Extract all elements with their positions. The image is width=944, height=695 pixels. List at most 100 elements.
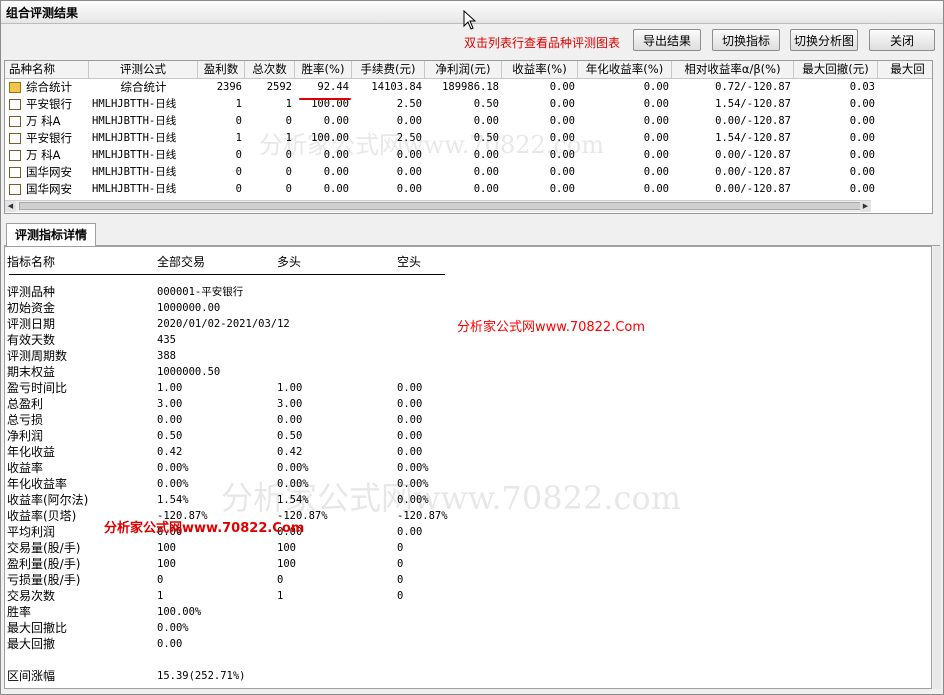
table-cell: 万 科A <box>26 148 61 162</box>
watermark-red-left: 分析家公式网www.70822.Com <box>104 521 305 536</box>
detail-label: 总盈利 <box>7 397 44 411</box>
detail-label: 盈利量(股/手) <box>7 557 81 571</box>
table-cell: 0.00 <box>549 183 575 195</box>
detail-value: 100 <box>277 542 296 554</box>
table-cell: 0.00/-120.87 <box>715 115 791 127</box>
detail-value: 0.00 <box>397 382 423 394</box>
grid-header-cell[interactable]: 盈利数 <box>198 61 245 78</box>
table-cell: HMLHJBTTH-日线 <box>92 132 177 144</box>
table-cell: HMLHJBTTH-日线 <box>92 166 177 178</box>
detail-label: 最大回撤 <box>7 637 56 651</box>
stock-icon <box>9 116 21 127</box>
detail-header-divider <box>9 274 445 275</box>
window-title: 组合评测结果 <box>6 6 79 20</box>
grid-header-cell[interactable]: 品种名称 <box>5 61 89 78</box>
table-cell: 0.00 <box>323 166 349 178</box>
table-cell <box>878 113 932 130</box>
table-cell: 0.00 <box>849 183 875 195</box>
switch-analysis-button[interactable]: 切换分析图 <box>790 29 858 51</box>
detail-value: 0 <box>277 574 284 586</box>
export-button[interactable]: 导出结果 <box>633 29 701 51</box>
indicator-detail-panel: 指标名称 全部交易 多头 空头 评测品种 000001-平安银行 初始资金 10000… <box>4 246 932 689</box>
detail-value: 0.00% <box>157 478 189 490</box>
detail-label: 年化收益 <box>7 445 56 459</box>
grid-header-cell[interactable]: 手续费(元) <box>352 61 425 78</box>
detail-value: 0.00 <box>397 526 423 538</box>
watermark-red-right: 分析家公式网www.70822.Com <box>457 320 646 335</box>
switch-indicator-button[interactable]: 切换指标 <box>712 29 780 51</box>
detail-value: 2020/01/02-2021/03/12 <box>157 318 290 330</box>
table-cell: HMLHJBTTH-日线 <box>92 115 177 127</box>
stock-icon <box>9 133 21 144</box>
table-row[interactable]: 综合统计 综合统计 2396 2592 92.44 14103.84 189986.18 0.… <box>5 79 932 96</box>
detail-value: 0.00 <box>397 446 423 458</box>
table-cell: HMLHJBTTH-日线 <box>92 149 177 161</box>
grid-header-cell[interactable]: 胜率(%) <box>295 61 352 78</box>
table-cell: 万 科A <box>26 114 61 128</box>
grid-header-cell[interactable]: 净利润(元) <box>425 61 502 78</box>
mouse-pointer-icon <box>463 10 477 30</box>
grid-header-cell[interactable]: 收益率(%) <box>502 61 578 78</box>
scrollbar-thumb[interactable] <box>19 202 869 210</box>
detail-label: 收益率 <box>7 461 44 475</box>
table-cell: 1.54/-120.87 <box>715 98 791 110</box>
grid-header-cell[interactable]: 相对收益率α/β(%) <box>672 61 794 78</box>
detail-value: 3.00 <box>157 398 183 410</box>
detail-value: 000001-平安银行 <box>157 286 244 298</box>
detail-label: 亏损量(股/手) <box>7 573 81 587</box>
table-cell: 0.00 <box>643 166 669 178</box>
grid-header-cell[interactable]: 评测公式 <box>89 61 198 78</box>
grid-header-cell[interactable]: 最大回撤(元) <box>794 61 878 78</box>
table-cell: 0.00 <box>643 81 669 93</box>
scroll-left-icon[interactable]: ◀ <box>5 201 16 212</box>
stock-icon <box>9 99 21 110</box>
detail-value: 100 <box>157 558 176 570</box>
detail-value: 388 <box>157 350 176 362</box>
table-cell <box>878 164 932 181</box>
table-cell: 平安银行 <box>26 131 72 145</box>
table-cell: 0 <box>285 183 292 195</box>
table-cell: 0.00 <box>473 166 499 178</box>
detail-label: 总亏损 <box>7 413 44 427</box>
table-cell: 1 <box>235 132 242 144</box>
table-cell <box>878 147 932 164</box>
table-cell: 0.72/-120.87 <box>715 81 791 93</box>
tab-strip: 评测指标详情 <box>4 221 940 246</box>
detail-value: 0.42 <box>277 446 303 458</box>
detail-header-long: 多头 <box>277 255 302 269</box>
grid-header-cell[interactable]: 最大回 <box>878 61 932 78</box>
detail-label: 最大回撤比 <box>7 621 68 635</box>
table-cell: 0 <box>235 149 242 161</box>
horizontal-scrollbar[interactable]: ◀ ▶ <box>5 200 871 212</box>
detail-value: 15.39(252.71%) <box>157 670 246 682</box>
grid-header-cell[interactable]: 总次数 <box>245 61 295 78</box>
table-row[interactable]: 国华网安 HMLHJBTTH-日线 0 0 0.00 0.00 0.00 0.00 0.00 0.… <box>5 181 932 198</box>
detail-value: 1000000.50 <box>157 366 221 378</box>
table-cell <box>878 130 932 147</box>
table-cell: 0 <box>285 166 292 178</box>
detail-label: 评测日期 <box>7 317 56 331</box>
detail-value: 0 <box>157 574 164 586</box>
table-cell: 1.54/-120.87 <box>715 132 791 144</box>
table-row[interactable]: 平安银行 HMLHJBTTH-日线 1 1 100.00 2.50 0.50 0.00 0.00… <box>5 96 932 113</box>
table-cell: 2.50 <box>396 98 422 110</box>
detail-value: 100 <box>157 542 176 554</box>
detail-value: 1 <box>277 590 284 602</box>
table-cell: 0.00/-120.87 <box>715 166 791 178</box>
detail-label: 收益率(阿尔法) <box>7 493 89 507</box>
scroll-right-icon[interactable]: ▶ <box>860 201 871 212</box>
table-cell <box>878 181 932 198</box>
vertical-scrollbar[interactable] <box>933 246 941 689</box>
detail-value: 3.00 <box>277 398 303 410</box>
close-button[interactable]: 关闭 <box>869 29 935 51</box>
table-row[interactable]: 国华网安 HMLHJBTTH-日线 0 0 0.00 0.00 0.00 0.00 0.00 0.… <box>5 164 932 181</box>
detail-value: 0 <box>397 542 404 554</box>
detail-label: 盈亏时间比 <box>7 381 68 395</box>
table-cell: HMLHJBTTH-日线 <box>92 183 177 195</box>
grid-header-cell[interactable]: 年化收益率(%) <box>578 61 672 78</box>
detail-value: 0.50 <box>157 430 183 442</box>
detail-label: 初始资金 <box>7 301 56 315</box>
tab-indicator-detail[interactable]: 评测指标详情 <box>6 223 96 246</box>
table-cell: 0.00 <box>849 149 875 161</box>
detail-value: 0.00 <box>277 414 303 426</box>
